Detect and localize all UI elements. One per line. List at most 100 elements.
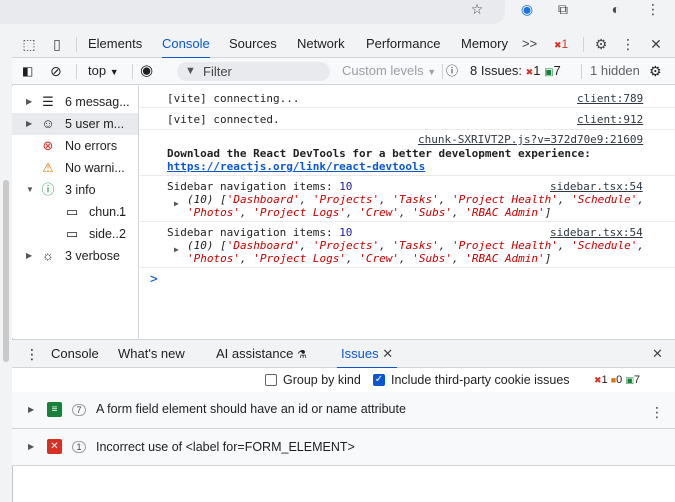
puzzle-icon[interactable]: ⧉ [554,0,572,18]
devtools-link[interactable]: https://reactjs.org/link/react-devtools [167,160,425,173]
error-count-badge[interactable]: ✖1 [554,30,568,58]
drawer-tab-issues[interactable]: Issues ✕ [336,340,398,369]
sidebar-item-messages[interactable]: ▶ ☰ 6 messag... [12,91,138,113]
expand-caret-icon[interactable]: ▶ [174,245,179,254]
sidebar-item-errors[interactable]: ⊗ No errors [12,135,138,157]
source-link[interactable]: sidebar.tsx:54 [550,180,643,193]
sidebar-item-sidebar-file[interactable]: ▭ side... 2 [12,223,138,245]
settings-gear-icon[interactable]: ⚙ [592,35,610,53]
scrollbar-thumb[interactable] [3,180,9,362]
profile-avatar-icon[interactable]: ◐ [607,0,625,18]
console-prompt[interactable]: > [150,272,158,287]
array-item: 'Project Health' [451,239,558,252]
info-icon: ⓘ [41,182,55,197]
error-icon: ⊗ [42,138,54,153]
sidebar-item-chunk-file[interactable]: ▭ chun... 1 [12,201,138,223]
filter-input[interactable]: ▼ Filter [177,62,330,81]
close-tab-icon[interactable]: ✕ [382,346,393,361]
array-item: 'RBAC Admin' [465,206,545,219]
array-preview-line2[interactable]: 'Photos', 'Project Logs', 'Crew', 'Subs'… [187,206,551,219]
tab-memory[interactable]: Memory [461,30,508,58]
drawer-tab-whats-new[interactable]: What's new [118,340,185,368]
tab-elements[interactable]: Elements [88,30,142,58]
drawer-tab-console[interactable]: Console [51,340,99,368]
array-head: (10) [ [187,239,227,252]
more-tabs-button[interactable]: >> [522,30,537,58]
extension-icon[interactable]: ◉ [518,0,536,18]
close-drawer-icon[interactable]: ✕ [652,340,663,368]
array-preview-line1[interactable]: (10) ['Dashboard', 'Projects', 'Tasks', … [187,239,644,252]
issue-row-form-field[interactable]: ▶ ≡ 7 A form field element should have a… [12,392,675,429]
message-icon: ▣ [625,375,634,385]
log-text: Sidebar navigation items: 10 [167,226,352,239]
device-toolbar-icon[interactable]: ▯ [48,35,66,53]
source-link[interactable]: chunk-SXRIVT2P.js?v=372d70e9:21609 [418,133,643,146]
include-third-party-checkbox[interactable]: ✓ [373,374,385,386]
page-scrollbar[interactable] [0,30,12,502]
star-icon[interactable]: ☆ [468,0,486,18]
divider [583,37,584,52]
divider [76,37,77,52]
inspect-element-icon[interactable]: ⬚ [20,35,38,53]
issue-count-badge: 1 [72,441,86,453]
sidebar-item-warnings[interactable]: ⚠ No warni... [12,157,138,179]
issue-row-label-for[interactable]: ▶ ✕ 1 Incorrect use of <label for=FORM_E… [12,429,675,466]
caret-right-icon: ▶ [26,97,33,106]
browser-toolbar: ☆ ◉ ⧉ ◐ ⋮ [0,0,675,30]
error-count: 1 [561,37,569,51]
group-by-kind-checkbox[interactable] [265,374,277,386]
context-selector[interactable]: top ▼ [88,58,119,84]
array-item: 'Schedule' [571,193,638,206]
sidebar-item-verbose[interactable]: ▶ ☼ 3 verbose [12,245,138,267]
address-bar[interactable] [0,0,505,24]
issue-counts: ✖1 ■0 ▣7 [594,368,640,393]
source-link[interactable]: client:912 [577,113,643,126]
issues-link[interactable]: 8 Issues: ✖1 ▣7 [470,58,561,84]
tab-network[interactable]: Network [297,30,345,58]
caret-right-icon: ▶ [28,405,35,414]
array-preview-line2[interactable]: 'Photos', 'Project Logs', 'Crew', 'Subs'… [187,252,551,265]
devtools-menu-icon[interactable]: ⋮ [619,35,637,53]
issues-error-count: 1 [533,63,541,78]
array-item: 'Photos' [187,206,240,219]
array-item: 'Project Logs' [253,206,346,219]
array-item: 'Tasks' [392,193,439,206]
array-preview-line1[interactable]: (10) ['Dashboard', 'Projects', 'Tasks', … [187,193,644,206]
tab-sources[interactable]: Sources [229,30,277,58]
tab-console[interactable]: Console [162,30,210,59]
array-item: 'Subs' [412,206,452,219]
array-item: 'Crew' [359,252,399,265]
array-item: 'Schedule' [571,239,638,252]
sidebar-item-label: 3 info [65,183,96,197]
clear-console-icon[interactable]: ⊘ [50,58,62,84]
close-devtools-icon[interactable]: ✕ [647,35,665,53]
tab-performance[interactable]: Performance [366,30,440,58]
sidebar-toggle-icon[interactable]: ◧ [22,58,33,84]
log-count: 10 [339,226,353,239]
browser-menu-icon[interactable]: ⋮ [644,0,662,18]
log-message: Sidebar navigation items: 10 sidebar.tsx… [140,222,675,268]
divider [132,64,133,79]
drawer-menu-icon[interactable]: ⋮ [25,340,39,368]
sidebar-item-info[interactable]: ▼ ⓘ 3 info [12,179,138,201]
log-count: 10 [339,180,353,193]
chevron-down-icon: ▼ [427,67,437,77]
log-levels-dropdown[interactable]: Custom levels ▼ [342,58,436,84]
issue-error-count: 1 [601,374,608,386]
issues-label: 8 Issues: [470,63,523,78]
drawer-tab-ai-assistance[interactable]: AI assistance ⚗ [216,340,307,368]
sidebar-item-label: 3 verbose [65,249,120,263]
console-sidebar: ▶ ☰ 6 messag... ▶ ☺ 5 user m... ⊗ No err… [12,86,139,338]
chevron-down-icon: ▼ [109,67,119,77]
array-item: 'Projects' [312,239,380,252]
live-expression-eye-icon[interactable]: ◉ [140,58,153,84]
console-settings-gear-icon[interactable]: ⚙ [649,58,662,84]
log-label: Sidebar navigation items: [167,226,340,239]
source-link[interactable]: client:789 [577,92,643,105]
caret-right-icon: ▶ [26,251,33,260]
expand-caret-icon[interactable]: ▶ [174,199,179,208]
issue-menu-icon[interactable]: ⋮ [650,404,664,421]
sidebar-item-user-messages[interactable]: ▶ ☺ 5 user m... [12,113,138,135]
source-link[interactable]: sidebar.tsx:54 [550,226,643,239]
info-icon[interactable]: ⓘ [446,58,458,84]
